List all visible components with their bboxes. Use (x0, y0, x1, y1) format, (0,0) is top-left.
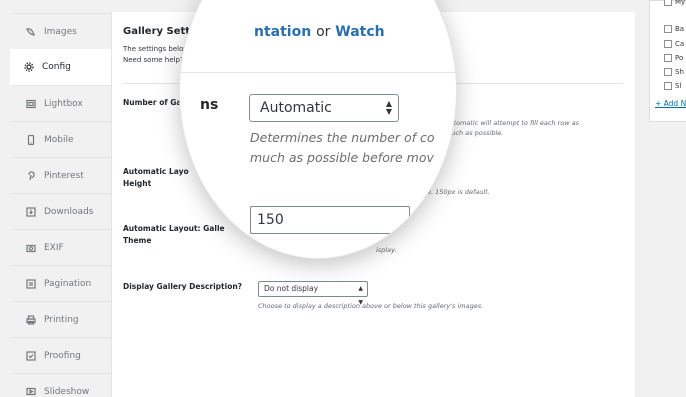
columns-description-line: Automatic will attempt to fill each row … (445, 119, 579, 127)
documentation-links: ntation or Watch (254, 24, 385, 40)
pinterest-icon (28, 170, 35, 180)
tab-label: Slideshow (44, 386, 90, 397)
tab-downloads[interactable]: Downloads (12, 193, 111, 229)
magnifier-lens: ntation or Watch ns Automatic ▲ ▼ Determi… (180, 0, 456, 258)
tab-pinterest[interactable]: Pinterest (12, 157, 111, 193)
tab-config[interactable]: Config (10, 49, 112, 85)
sidebar-option[interactable]: Sl (664, 82, 681, 90)
row-height-label-line: Height (123, 179, 152, 188)
tab-label: Pagination (44, 278, 92, 289)
add-new-link[interactable]: + Add N (655, 99, 686, 108)
sidebar-option-label: Po (675, 54, 684, 62)
gallery-settings-screen: Images Config Lightbox Mobile Pinterest … (0, 0, 686, 397)
select-arrows-icon: ▲ ▼ (385, 99, 392, 116)
tab-label: Mobile (44, 134, 74, 145)
checkbox[interactable] (664, 0, 672, 6)
pagination-icon (26, 278, 36, 289)
sidebar-option-label: My (675, 0, 686, 6)
tab-slideshow[interactable]: Slideshow (12, 373, 111, 397)
sidebar-option[interactable]: Po (664, 54, 683, 62)
printer-icon (26, 314, 36, 325)
tab-label: EXIF (44, 242, 64, 253)
row-height-input[interactable]: 150 (250, 206, 410, 234)
slideshow-icon (26, 387, 36, 395)
checkbox[interactable] (664, 68, 672, 76)
description-display-value: Do not display (264, 284, 319, 293)
sidebar-option-label: Ba (675, 25, 685, 33)
columns-description-magnified: Determines the number of co much as poss… (250, 128, 435, 168)
download-icon (26, 206, 36, 217)
tab-label: Pinterest (44, 170, 84, 181)
or-text: or (316, 24, 331, 40)
watch-video-link[interactable]: Watch (335, 24, 384, 40)
columns-select-value: Automatic (260, 100, 332, 116)
description-display-label: Display Gallery Description? (123, 282, 243, 291)
help-text: Need some help? (123, 56, 184, 64)
tab-label: Config (42, 62, 71, 72)
columns-label-magnified: ns (200, 97, 219, 113)
checkbox[interactable] (664, 40, 672, 48)
proofing-icon (26, 350, 36, 361)
documentation-link[interactable]: ntation (254, 24, 311, 40)
tab-pagination[interactable]: Pagination (12, 265, 111, 301)
columns-description-line: Determines the number of co (250, 130, 435, 145)
tab-mobile[interactable]: Mobile (12, 121, 111, 157)
tab-label: Images (44, 26, 77, 37)
description-display-select[interactable]: Do not display ▲ ▼ (258, 281, 368, 306)
checkbox[interactable] (664, 54, 672, 62)
tab-printing[interactable]: Printing (12, 301, 111, 337)
theme-description-magnified: ... (260, 238, 272, 252)
tab-proofing[interactable]: Proofing (12, 337, 111, 373)
sidebar-option-label: Sl (675, 82, 682, 90)
lightbox-icon (26, 99, 36, 108)
checkbox[interactable] (664, 25, 672, 33)
settings-tabs: Images Config Lightbox Mobile Pinterest … (0, 12, 112, 397)
tab-images[interactable]: Images (12, 13, 111, 49)
gear-icon (24, 62, 34, 72)
theme-label-line: Theme (123, 236, 152, 245)
envira-leaf-icon (26, 27, 35, 36)
divider (180, 72, 456, 73)
tab-label: Downloads (44, 206, 94, 217)
tab-label: Printing (44, 314, 79, 325)
row-height-label-line: Automatic Layo (123, 167, 189, 176)
checkbox[interactable] (664, 82, 672, 90)
tab-label: Proofing (44, 350, 81, 361)
tab-lightbox[interactable]: Lightbox (12, 85, 111, 121)
magnified-content: ntation or Watch ns Automatic ▲ ▼ Determi… (180, 0, 456, 258)
sidebar-option-label: Sh (675, 68, 684, 76)
sidebar-option[interactable]: My (664, 0, 685, 6)
tab-label: Lightbox (44, 98, 83, 109)
sidebar-option[interactable]: Ca (664, 40, 684, 48)
description-display-help: Choose to display a description above or… (258, 302, 484, 310)
columns-description-line: much as possible before mov (250, 150, 434, 165)
sidebar-option[interactable]: Sh (664, 68, 684, 76)
columns-description: Automatic will attempt to fill each row … (445, 118, 579, 138)
tab-exif[interactable]: EXIF (12, 229, 111, 265)
sidebar-option[interactable]: Ba (664, 25, 684, 33)
mobile-icon (27, 134, 35, 145)
sidebar-option-label: Ca (675, 40, 685, 48)
columns-select[interactable]: Automatic ▲ ▼ (249, 94, 399, 122)
camera-icon (26, 244, 36, 252)
